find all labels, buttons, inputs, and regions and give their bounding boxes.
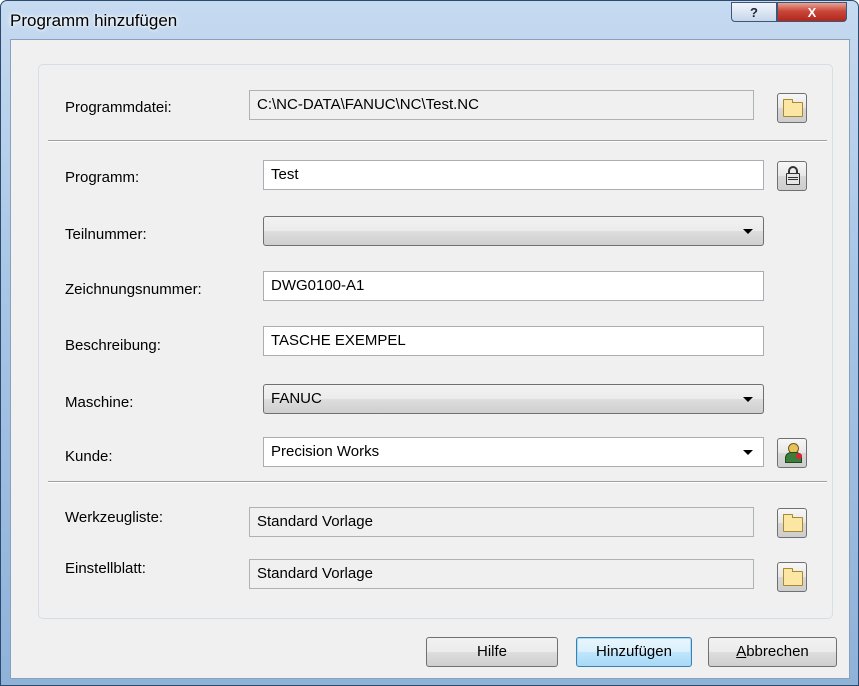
programm-input[interactable]: Test: [263, 160, 764, 190]
werkzeugliste-browse-button[interactable]: [777, 508, 807, 538]
zeichnungsnummer-label: Zeichnungsnummer:: [65, 281, 202, 298]
add-button[interactable]: Hinzufügen: [576, 637, 692, 667]
teilnummer-dropdown[interactable]: [263, 216, 764, 246]
programmdatei-field: C:\NC-DATA\FANUC\NC\Test.NC: [249, 90, 754, 120]
einstellblatt-field: Standard Vorlage: [249, 559, 754, 589]
separator: [48, 481, 827, 483]
programmdatei-browse-button[interactable]: [777, 93, 807, 123]
chevron-down-icon: [743, 229, 753, 234]
maschine-dropdown[interactable]: FANUC: [263, 384, 764, 414]
programm-lock-button[interactable]: [777, 161, 807, 191]
help-title-button[interactable]: ?: [731, 2, 777, 22]
zeichnungsnummer-input[interactable]: DWG0100-A1: [263, 271, 764, 301]
customer-icon: [783, 443, 803, 463]
teilnummer-label: Teilnummer:: [65, 226, 147, 243]
kunde-value: Precision Works: [271, 443, 380, 460]
folder-icon: [783, 99, 803, 117]
close-icon: X: [807, 4, 817, 20]
kunde-label: Kunde:: [65, 448, 113, 465]
beschreibung-input[interactable]: TASCHE EXEMPEL: [263, 326, 764, 356]
einstellblatt-label: Einstellblatt:: [65, 560, 146, 577]
cancel-label-rest: bbrechen: [746, 643, 809, 660]
dialog-client-area: Programmdatei: C:\NC-DATA\FANUC\NC\Test.…: [10, 39, 850, 679]
close-button[interactable]: X: [777, 2, 847, 22]
dialog-window: Programm hinzufügen ? X Programmdatei: C…: [0, 0, 859, 686]
werkzeugliste-label: Werkzeugliste:: [65, 509, 164, 526]
kunde-combobox[interactable]: Precision Works: [263, 437, 764, 467]
programmdatei-label: Programmdatei:: [65, 99, 172, 116]
maschine-label: Maschine:: [65, 394, 134, 411]
werkzeugliste-field: Standard Vorlage: [249, 507, 754, 537]
title-bar: Programm hinzufügen ? X: [1, 1, 858, 39]
beschreibung-label: Beschreibung:: [65, 337, 161, 354]
folder-icon: [783, 514, 803, 532]
programm-label: Programm:: [65, 169, 140, 186]
help-icon: ?: [750, 4, 758, 20]
chevron-down-icon: [743, 397, 753, 402]
window-title: Programm hinzufügen: [10, 11, 178, 30]
program-groupbox: Programmdatei: C:\NC-DATA\FANUC\NC\Test.…: [38, 64, 833, 619]
einstellblatt-browse-button[interactable]: [777, 562, 807, 592]
separator: [48, 140, 827, 142]
cancel-mnemonic: A: [736, 643, 747, 660]
maschine-value: FANUC: [271, 390, 322, 407]
lock-icon: [786, 166, 800, 185]
help-button[interactable]: Hilfe: [426, 637, 558, 667]
folder-icon: [783, 568, 803, 586]
cancel-button[interactable]: Abbrechen: [708, 637, 837, 667]
chevron-down-icon: [743, 450, 753, 455]
kunde-customer-button[interactable]: [777, 438, 807, 468]
